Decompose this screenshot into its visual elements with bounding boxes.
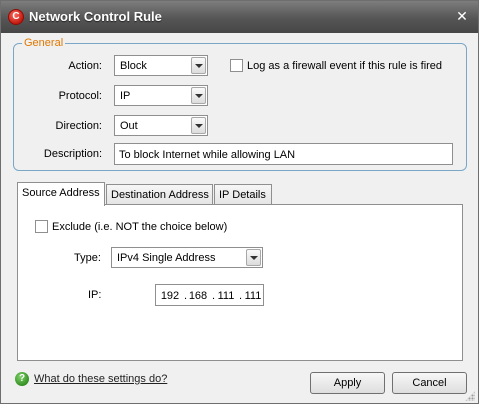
description-input-value: To block Internet while allowing LAN [119, 149, 296, 161]
ip-label: IP: [88, 289, 102, 301]
exclude-label: Exclude (i.e. NOT the choice below) [52, 221, 228, 233]
description-label: Description: [43, 148, 102, 160]
tab-source-address[interactable]: Source Address [17, 182, 105, 206]
apply-button[interactable]: Apply [310, 372, 385, 394]
ip-octet-3[interactable]: 111 [215, 290, 237, 302]
general-legend: General [22, 37, 66, 49]
dialog-title: Network Control Rule [29, 9, 162, 24]
help-link[interactable]: What do these settings do? [34, 373, 167, 385]
dialog-content: General Action: Block Log as a firewall … [2, 33, 477, 403]
network-control-rule-dialog: C Network Control Rule ✕ General Action:… [0, 0, 479, 404]
chevron-down-icon[interactable] [191, 57, 206, 74]
chevron-down-icon[interactable] [246, 249, 261, 266]
action-select-value: Block [120, 60, 147, 72]
action-select[interactable]: Block [114, 55, 208, 76]
general-group: General Action: Block Log as a firewall … [13, 37, 467, 171]
tab-ip-details[interactable]: IP Details [214, 184, 272, 206]
help-icon[interactable]: ? [15, 372, 29, 386]
title-bar: C Network Control Rule ✕ [1, 1, 478, 33]
log-firewall-event-checkbox[interactable] [230, 59, 243, 72]
ip-octet-4[interactable]: 111 [242, 290, 264, 302]
direction-select-value: Out [120, 120, 138, 132]
chevron-down-icon[interactable] [191, 117, 206, 134]
cancel-button[interactable]: Cancel [392, 372, 467, 394]
ip-address-input[interactable]: 192 . 168 . 111 . 111 [155, 284, 264, 306]
chevron-down-icon[interactable] [191, 87, 206, 104]
tab-destination-address[interactable]: Destination Address [106, 184, 213, 206]
direction-label: Direction: [55, 120, 102, 132]
protocol-label: Protocol: [58, 90, 102, 102]
type-label: Type: [74, 252, 101, 264]
protocol-select[interactable]: IP [114, 85, 208, 106]
address-type-select-value: IPv4 Single Address [117, 252, 216, 264]
description-input[interactable]: To block Internet while allowing LAN [114, 143, 453, 165]
ip-octet-1[interactable]: 192 [159, 290, 181, 302]
action-label: Action: [68, 60, 102, 72]
exclude-checkbox[interactable] [35, 220, 48, 233]
log-firewall-event-label: Log as a firewall event if this rule is … [247, 60, 443, 72]
comodo-app-icon: C [8, 9, 24, 25]
address-type-select[interactable]: IPv4 Single Address [111, 247, 263, 268]
direction-select[interactable]: Out [114, 115, 208, 136]
ip-octet-2[interactable]: 168 [187, 290, 209, 302]
protocol-select-value: IP [120, 90, 131, 102]
close-icon[interactable]: ✕ [454, 8, 470, 24]
